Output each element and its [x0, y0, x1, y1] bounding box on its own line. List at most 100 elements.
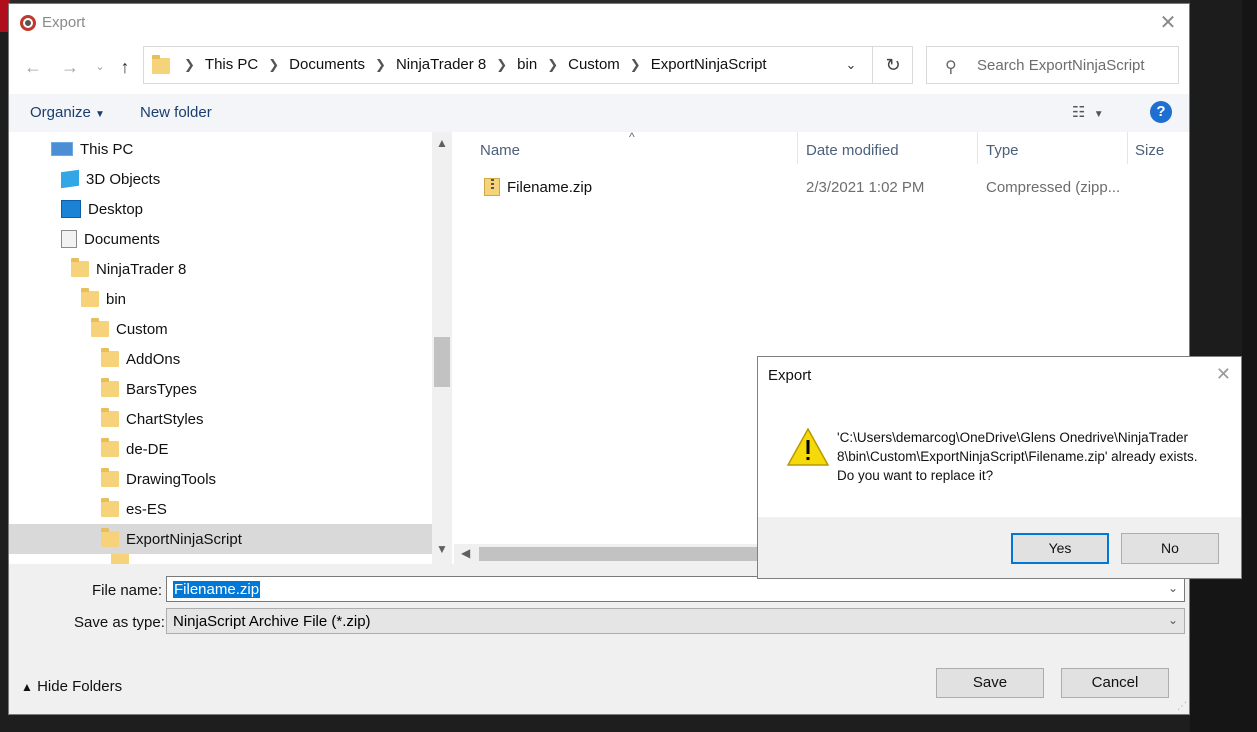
resize-grip-icon[interactable]: ⋰	[1177, 701, 1187, 712]
search-placeholder: Search ExportNinjaScript	[977, 57, 1145, 74]
file-name-label: File name:	[92, 582, 163, 599]
chevron-right-icon[interactable]: ❯	[496, 57, 507, 73]
save-form: File name: Filename.zip ⌄ Save as type: …	[9, 564, 1189, 714]
search-input[interactable]: ⚲ Search ExportNinjaScript	[926, 46, 1179, 84]
search-icon: ⚲	[945, 59, 957, 76]
tree-item-barstypes[interactable]: BarsTypes	[101, 374, 197, 404]
tree-item-label: de-DE	[126, 440, 169, 458]
confirm-message-line: Do you want to replace it?	[837, 468, 994, 483]
column-date-header[interactable]: Date modified	[806, 142, 899, 159]
tree-item-es-es[interactable]: es-ES	[101, 494, 167, 524]
up-arrow-icon[interactable]: ↑	[114, 56, 136, 78]
scroll-up-icon[interactable]: ▲	[436, 136, 448, 150]
tree-item-this-pc[interactable]: This PC	[51, 134, 133, 164]
tree-item-label: AddOns	[126, 350, 181, 368]
save-type-select[interactable]: NinjaScript Archive File (*.zip) ⌄	[166, 608, 1185, 634]
tree-scrollbar[interactable]: ▲ ▼	[432, 132, 452, 564]
tree-item-label: ChartStyles	[126, 410, 204, 428]
column-name-header[interactable]: Name	[480, 142, 520, 159]
tree-item-label: 3D Objects	[86, 170, 161, 188]
forward-arrow-icon[interactable]: →	[59, 56, 81, 78]
tree-item-drawingtools[interactable]: DrawingTools	[101, 464, 216, 494]
confirm-message-line: 'C:\Users\demarcog\OneDrive\Glens Onedri…	[837, 430, 1188, 445]
chevron-down-icon: ⌄	[1167, 613, 1178, 627]
scroll-down-icon[interactable]: ▼	[436, 542, 448, 556]
yes-button[interactable]: Yes	[1011, 533, 1109, 564]
breadcrumb-ninjatrader[interactable]: NinjaTrader 8	[396, 56, 486, 73]
column-size-header[interactable]: Size	[1135, 142, 1164, 159]
address-bar[interactable]: ❯ This PC ❯ Documents ❯ NinjaTrader 8 ❯ …	[143, 46, 913, 84]
title-bar: Export ✕	[9, 4, 1189, 42]
pc-icon	[51, 142, 73, 156]
tree-item-3d-objects[interactable]: 3D Objects	[61, 164, 160, 194]
breadcrumb-bin[interactable]: bin	[517, 56, 537, 73]
save-button[interactable]: Save	[936, 668, 1044, 698]
zip-folder-icon	[484, 178, 500, 196]
chevron-down-icon[interactable]: ⌄	[1168, 581, 1178, 595]
column-divider[interactable]	[797, 132, 798, 164]
save-type-value: NinjaScript Archive File (*.zip)	[173, 613, 371, 630]
file-name: Filename.zip	[507, 179, 593, 196]
view-options-icon[interactable]: ☷ ▼	[1072, 103, 1104, 121]
folder-icon	[71, 258, 89, 277]
chevron-right-icon[interactable]: ❯	[630, 57, 641, 73]
column-divider[interactable]	[977, 132, 978, 164]
chevron-right-icon[interactable]: ❯	[375, 57, 386, 73]
chevron-right-icon[interactable]: ❯	[268, 57, 279, 73]
folder-icon	[101, 438, 119, 457]
column-divider[interactable]	[1127, 132, 1128, 164]
folder-icon	[101, 498, 119, 517]
hide-folders-label: Hide Folders	[37, 678, 123, 695]
hide-folders-button[interactable]: ▲ Hide Folders	[21, 678, 122, 695]
chevron-up-icon: ▲	[21, 680, 33, 694]
tree-item-label: Desktop	[88, 200, 144, 218]
caret-down-icon: ▼	[95, 109, 105, 120]
cancel-button[interactable]: Cancel	[1061, 668, 1169, 698]
tree-item-label: Documents	[84, 230, 160, 248]
column-type-header[interactable]: Type	[986, 142, 1019, 159]
breadcrumb-custom[interactable]: Custom	[568, 56, 620, 73]
cube-icon	[61, 169, 79, 189]
folder-icon	[101, 348, 119, 367]
tree-item-chartstyles[interactable]: ChartStyles	[101, 404, 204, 434]
tree-item-de-de[interactable]: de-DE	[101, 434, 169, 464]
breadcrumb-documents[interactable]: Documents	[289, 56, 365, 73]
help-icon[interactable]: ?	[1150, 101, 1172, 123]
chevron-right-icon: ❯	[184, 56, 195, 72]
confirm-message-line: 8\bin\Custom\ExportNinjaScript\Filename.…	[837, 449, 1198, 464]
scroll-thumb[interactable]	[434, 337, 450, 387]
no-button[interactable]: No	[1121, 533, 1219, 564]
tree-item-exportninjascript[interactable]: ExportNinjaScript	[9, 524, 432, 554]
save-type-label: Save as type:	[74, 614, 165, 631]
file-name-value: Filename.zip	[173, 581, 261, 598]
back-arrow-icon[interactable]: ←	[22, 56, 44, 78]
tree-item-ninjatrader[interactable]: NinjaTrader 8	[71, 254, 186, 284]
breadcrumb-this-pc[interactable]: This PC	[205, 56, 258, 73]
tree-item-custom[interactable]: Custom	[91, 314, 168, 344]
confirm-title: Export	[768, 367, 812, 384]
tree-item-documents[interactable]: Documents	[61, 224, 160, 254]
recent-locations-chevron-icon[interactable]: ⌄	[89, 56, 111, 78]
new-folder-button[interactable]: New folder	[140, 104, 212, 121]
desktop-icon	[61, 200, 81, 218]
close-icon[interactable]: ✕	[1157, 12, 1179, 34]
scroll-left-icon[interactable]: ◀	[461, 546, 470, 560]
breadcrumb-exportninjascript[interactable]: ExportNinjaScript	[651, 56, 767, 73]
file-row[interactable]: Filename.zip 2/3/2021 1:02 PM Compressed…	[454, 172, 1191, 202]
tree-item-addons[interactable]: AddOns	[101, 344, 180, 374]
close-icon[interactable]: ✕	[1216, 364, 1231, 385]
folder-icon	[101, 378, 119, 397]
tree-item-desktop[interactable]: Desktop	[61, 194, 143, 224]
organize-menu[interactable]: Organize ▼	[30, 104, 105, 121]
address-divider	[872, 47, 873, 83]
chevron-right-icon[interactable]: ❯	[547, 57, 558, 73]
file-name-field[interactable]: Filename.zip ⌄	[166, 576, 1185, 602]
refresh-icon[interactable]: ↻	[880, 54, 906, 76]
navigation-row: ← → ⌄ ↑ ❯ This PC ❯ Documents ❯ NinjaTra…	[9, 46, 1189, 88]
confirm-button-bar: Yes No	[758, 517, 1241, 578]
tree-item-label: DrawingTools	[126, 470, 217, 488]
command-bar: Organize ▼ New folder ☷ ▼ ?	[9, 94, 1189, 132]
tree-item-bin[interactable]: bin	[81, 284, 126, 314]
breadcrumb: ❯ This PC ❯ Documents ❯ NinjaTrader 8 ❯ …	[174, 56, 767, 73]
chevron-down-icon[interactable]: ⌄	[840, 55, 862, 75]
